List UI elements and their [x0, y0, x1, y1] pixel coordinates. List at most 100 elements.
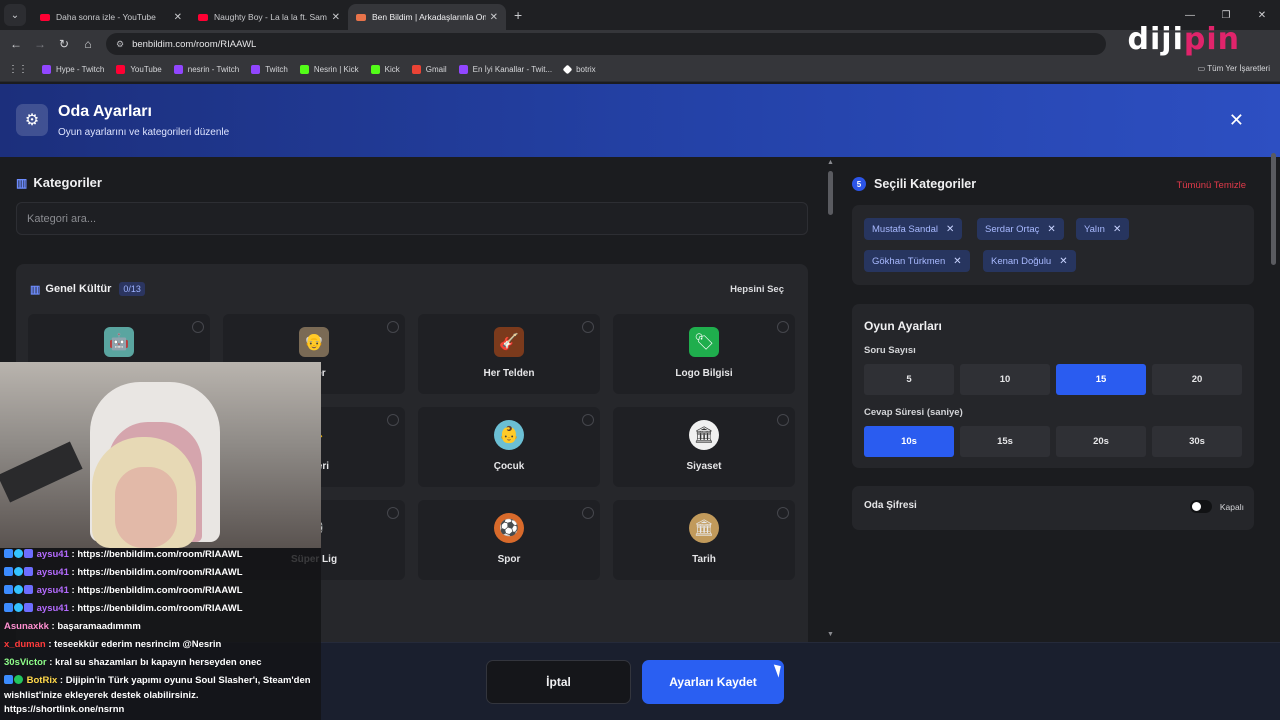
password-state-label: Kapalı [1219, 502, 1244, 512]
radio-button[interactable] [777, 321, 789, 333]
radio-button[interactable] [387, 414, 399, 426]
home-icon[interactable]: ⌂ [76, 37, 100, 51]
radio-button[interactable] [777, 507, 789, 519]
guitar-icon: 🎸 [494, 327, 524, 357]
back-icon[interactable]: ← [4, 37, 28, 51]
chat-message: 30sVictor : kral su shazamları bı kapayı… [4, 656, 319, 671]
bookmark-item[interactable]: Nesrin | Kick [299, 65, 359, 74]
selected-count-badge: 5 [852, 177, 866, 191]
apps-icon[interactable]: ⋮⋮ [8, 64, 28, 75]
kick-icon [370, 65, 380, 74]
bookmark-item[interactable]: YouTube [116, 65, 162, 74]
new-tab-icon[interactable]: + [514, 7, 522, 23]
radio-button[interactable] [582, 414, 594, 426]
category-card[interactable]: 👶 Çocuk [418, 407, 600, 487]
close-window-icon[interactable]: ✕ [1244, 10, 1280, 21]
answer-time-option[interactable]: 15s [960, 426, 1050, 457]
all-bookmarks-label: Tüm Yer İşaretleri [1207, 64, 1270, 73]
browser-tab-active[interactable]: Ben Bildim | Arkadaşlarınla Onl ✕ [348, 4, 506, 30]
dijipin-logo: dijipin [1128, 22, 1240, 57]
reload-icon[interactable]: ↻ [52, 37, 76, 51]
tab-search-button[interactable]: ⌄ [4, 4, 26, 26]
answer-time-option[interactable]: 20s [1056, 426, 1146, 457]
answer-time-label: Cevap Süresi (saniye) [864, 407, 963, 418]
answer-time-option[interactable]: 30s [1152, 426, 1242, 457]
save-settings-button[interactable]: Ayarları Kaydet [642, 660, 784, 704]
category-card[interactable]: 🏛 Tarih [613, 500, 795, 580]
radio-button[interactable] [192, 321, 204, 333]
cancel-button[interactable]: İptal [486, 660, 631, 704]
browser-tab[interactable]: Naughty Boy - La la la ft. Sam S ✕ [190, 4, 348, 30]
baby-icon: 👶 [494, 420, 524, 450]
category-card[interactable]: 🏛 Siyaset [613, 407, 795, 487]
remove-chip-icon[interactable]: ✕ [1047, 224, 1055, 235]
question-count-option-selected[interactable]: 15 [1056, 364, 1146, 395]
question-count-option[interactable]: 5 [864, 364, 954, 395]
webcam-overlay [0, 362, 321, 548]
close-tab-icon[interactable]: ✕ [490, 12, 498, 23]
minimize-icon[interactable]: — [1172, 10, 1208, 21]
url-field[interactable]: ⚙ benbildim.com/room/RIAAWL [106, 33, 1106, 55]
logo-suffix: pin [1183, 22, 1240, 57]
category-card[interactable]: 🏷 Logo Bilgisi [613, 314, 795, 394]
bookmark-label: Twitch [265, 65, 288, 74]
bookmark-item[interactable]: nesrin - Twitch [173, 65, 239, 74]
right-scrollbar-thumb[interactable] [1271, 153, 1276, 265]
forward-icon[interactable]: → [28, 37, 52, 51]
radio-button[interactable] [777, 414, 789, 426]
badge-icon [4, 675, 13, 684]
category-label: Çocuk [493, 461, 525, 472]
site-info-icon[interactable]: ⚙ [116, 39, 124, 50]
scroll-down-arrow[interactable]: ▼ [827, 631, 834, 638]
chat-message: aysu41 : https://benbildim.com/room/RIAA… [4, 584, 319, 599]
close-tab-icon[interactable]: ✕ [174, 12, 182, 23]
category-card[interactable]: ⚽ Spor [418, 500, 600, 580]
left-scrollbar-thumb[interactable] [828, 171, 833, 215]
badge-icon [24, 585, 33, 594]
radio-button[interactable] [582, 507, 594, 519]
radio-button[interactable] [387, 507, 399, 519]
clear-all-button[interactable]: Tümünü Temizle [1176, 180, 1246, 191]
remove-chip-icon[interactable]: ✕ [1059, 256, 1067, 267]
badge-icon [14, 567, 23, 576]
category-search-input[interactable] [16, 202, 808, 235]
radio-button[interactable] [387, 321, 399, 333]
chat-username: aysu41 [36, 549, 69, 560]
remove-chip-icon[interactable]: ✕ [953, 256, 961, 267]
question-count-label: Soru Sayısı [864, 345, 916, 356]
close-tab-icon[interactable]: ✕ [332, 12, 340, 23]
radio-button[interactable] [582, 321, 594, 333]
maximize-icon[interactable]: ❐ [1208, 10, 1244, 21]
chat-message: aysu41 : https://benbildim.com/room/RIAA… [4, 548, 319, 563]
category-card[interactable]: 🎸 Her Telden [418, 314, 600, 394]
gear-icon: ⚙ [16, 104, 48, 136]
select-all-button[interactable]: Hepsini Seç [730, 284, 784, 295]
chat-username: Asunaxkk [4, 621, 49, 632]
browser-tab[interactable]: Daha sonra izle - YouTube ✕ [32, 4, 190, 30]
bookmark-item[interactable]: Kick [370, 65, 400, 74]
bookmark-item[interactable]: En İyi Kanallar - Twit... [458, 65, 552, 74]
bookmark-item[interactable]: Hype - Twitch [42, 65, 104, 74]
question-count-option[interactable]: 20 [1152, 364, 1242, 395]
all-bookmarks-folder[interactable]: ▭ Tüm Yer İşaretleri [1198, 64, 1270, 73]
badge-icon [14, 585, 23, 594]
question-count-option[interactable]: 10 [960, 364, 1050, 395]
microphone-arm [0, 441, 83, 503]
chat-message: x_duman : teseekkür ederim nesrincim @Ne… [4, 638, 319, 653]
sports-balls-icon: ⚽ [494, 513, 524, 543]
close-icon[interactable]: ✕ [1229, 110, 1244, 131]
remove-chip-icon[interactable]: ✕ [1113, 224, 1121, 235]
scroll-up-arrow[interactable]: ▲ [827, 159, 834, 166]
selected-chip: Gökhan Türkmen ✕ [864, 250, 970, 272]
bookmark-item[interactable]: Twitch [251, 65, 288, 74]
bookmark-item[interactable]: Gmail [411, 65, 447, 74]
password-toggle[interactable] [1190, 500, 1212, 513]
modal-subtitle: Oyun ayarlarını ve kategorileri düzenle [58, 127, 230, 138]
bookmark-item[interactable]: botrix [562, 64, 596, 75]
answer-time-option-selected[interactable]: 10s [864, 426, 954, 457]
gmail-icon [411, 65, 421, 74]
remove-chip-icon[interactable]: ✕ [946, 224, 954, 235]
group-count-badge: 0/13 [119, 282, 145, 296]
chat-message: BotRix : Dijipin'in Türk yapımı oyunu So… [4, 674, 319, 718]
twitch-icon [458, 65, 468, 74]
